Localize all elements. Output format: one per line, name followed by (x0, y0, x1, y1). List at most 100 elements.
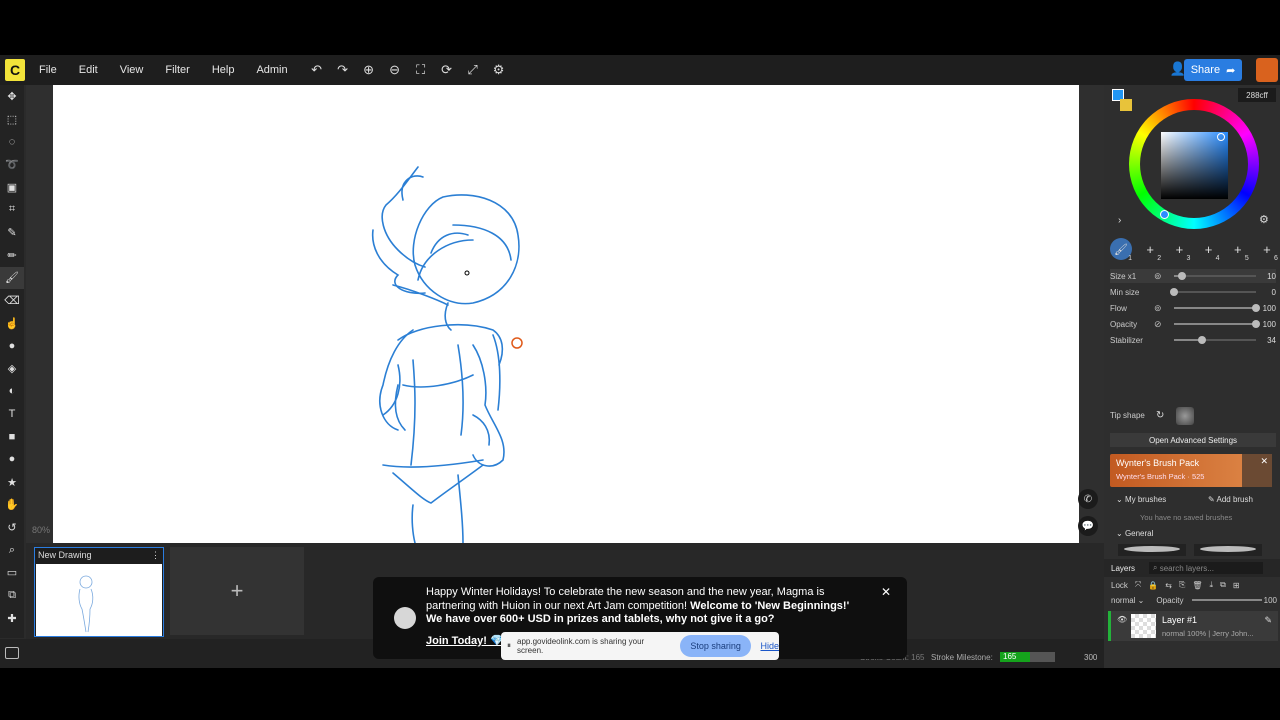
tip-shape-label: Tip shape (1110, 411, 1145, 420)
layer-item[interactable]: 👁 Layer #1 normal 100% | Jerry John... ✎ (1108, 611, 1278, 641)
pencil-icon[interactable]: ✏ (0, 244, 24, 267)
share-button[interactable]: Share ➦ (1184, 59, 1242, 81)
size-slider[interactable] (1174, 272, 1256, 280)
brush-slot-6[interactable]: +6 (1256, 238, 1278, 263)
delete-layer-icon[interactable]: 🗑 (1192, 581, 1202, 590)
eraser-icon[interactable]: ⌫ (0, 289, 24, 312)
transform-icon[interactable]: ▣ (0, 176, 24, 199)
gradient-icon[interactable]: ◐ (0, 380, 24, 403)
eyedropper-icon[interactable]: ✎ (0, 221, 24, 244)
redo-icon[interactable]: ↷ (330, 57, 356, 83)
pressure-icon[interactable]: ⊚ (1154, 271, 1168, 282)
brush-pack-card[interactable]: Wynter's Brush Pack Wynter's Brush Pack … (1110, 454, 1272, 487)
menu-admin[interactable]: Admin (252, 60, 291, 80)
lock-icon[interactable]: 🔒 (1148, 581, 1158, 590)
ellipse-select-icon[interactable]: ◌ (0, 130, 24, 153)
user-avatar[interactable] (1256, 58, 1278, 82)
lock-alpha-icon[interactable]: ⤧ (1135, 580, 1141, 590)
stabilizer-label: Stabilizer (1110, 335, 1143, 345)
secondary-color-swatch[interactable] (1120, 99, 1132, 111)
advanced-settings-button[interactable]: Open Advanced Settings (1110, 433, 1276, 447)
fill-icon[interactable]: ◈ (0, 357, 24, 380)
panel-toggle-icon[interactable] (5, 647, 19, 659)
layers-icon[interactable]: ⧉ (0, 584, 24, 607)
brush-slot-2[interactable]: +2 (1139, 238, 1161, 263)
color-wheel[interactable] (1129, 99, 1259, 229)
rotate-icon[interactable]: ⟳ (434, 57, 460, 83)
undo-icon[interactable]: ↶ (304, 57, 330, 83)
brush-slot-4[interactable]: +4 (1198, 238, 1220, 263)
history-icon[interactable]: ↺ (0, 516, 24, 539)
zoom-in-icon[interactable]: ⊕ (356, 57, 382, 83)
brush-slot-3[interactable]: +3 (1168, 238, 1191, 263)
menu-edit[interactable]: Edit (75, 60, 102, 80)
stabilizer-slider[interactable] (1174, 336, 1256, 344)
settings-icon[interactable]: ⚙ (486, 57, 512, 83)
add-brush-button[interactable]: ✎ Add brush (1208, 495, 1253, 504)
close-icon[interactable]: ✕ (1260, 456, 1268, 467)
app-logo[interactable]: C (5, 59, 25, 81)
clip-icon[interactable]: ⇆ (1165, 581, 1172, 590)
menu-filter[interactable]: Filter (161, 60, 193, 80)
hand-icon[interactable]: ✋ (0, 493, 24, 516)
brush-preset-1[interactable] (1118, 544, 1186, 556)
flow-slider[interactable] (1174, 304, 1260, 312)
brush-slot-1[interactable]: 🖌 1 (1110, 238, 1132, 262)
hue-knob[interactable] (1160, 210, 1169, 219)
brush-icon[interactable]: 🖌 (0, 266, 24, 290)
menu-help[interactable]: Help (208, 60, 239, 80)
blur-icon[interactable]: ● (0, 335, 24, 358)
frame-card[interactable]: New Drawing ⋮ (34, 547, 164, 637)
brush-slot-5[interactable]: +5 (1227, 238, 1249, 263)
saturation-value-box[interactable] (1161, 132, 1228, 199)
layer-search-input[interactable]: ⌕ search layers... (1149, 562, 1264, 574)
text-icon[interactable]: T (0, 403, 24, 426)
refresh-icon[interactable]: ↻ (1156, 410, 1164, 421)
copy-layer-icon[interactable]: ⎘ (1179, 580, 1185, 590)
ellipse-icon[interactable]: ● (0, 448, 24, 471)
chat-icon[interactable]: 💬 (1078, 516, 1098, 536)
join-today-link[interactable]: Join Today! 💎 (426, 634, 504, 647)
zoom-out-icon[interactable]: ⊖ (382, 57, 408, 83)
stop-sharing-button[interactable]: Stop sharing (679, 635, 752, 657)
duplicate-icon[interactable]: ⧉ (1220, 580, 1226, 590)
general-toggle[interactable]: ⌄ General (1116, 529, 1153, 538)
rect-select-icon[interactable]: ⬚ (0, 108, 24, 131)
menu-view[interactable]: View (116, 60, 148, 80)
add-frame-button[interactable]: + (170, 547, 304, 635)
menu-file[interactable]: File (35, 60, 61, 80)
visibility-eye-icon[interactable]: 👁 (1117, 615, 1127, 624)
chevron-right-icon[interactable]: › (1118, 215, 1121, 226)
opacity-slider[interactable] (1174, 320, 1260, 328)
fullscreen-icon[interactable]: ⤢ (460, 57, 486, 83)
add-icon[interactable]: ✚ (0, 607, 24, 630)
edit-pencil-icon[interactable]: ✎ (1264, 615, 1272, 626)
phone-icon[interactable]: ✆ (1078, 489, 1098, 509)
brush-preset-2[interactable] (1194, 544, 1262, 556)
opacity-pressure-icon[interactable]: ⊘ (1154, 319, 1168, 330)
drawing-canvas[interactable] (53, 85, 1079, 543)
color-hex-input[interactable]: 288cff (1238, 88, 1276, 102)
close-icon[interactable]: ✕ (881, 585, 891, 599)
merge-icon[interactable]: ⤓ (1210, 580, 1214, 590)
smudge-icon[interactable]: ☝ (0, 312, 24, 335)
hide-button[interactable]: Hide (760, 641, 779, 651)
new-layer-icon[interactable]: ⊞ (1233, 581, 1240, 590)
crop-icon[interactable]: ⌗ (0, 198, 24, 221)
gear-icon[interactable]: ⚙ (1259, 213, 1269, 226)
rectangle-icon[interactable]: ■ (0, 425, 24, 448)
star-icon[interactable]: ★ (0, 471, 24, 494)
layer-opacity-slider[interactable] (1191, 599, 1262, 601)
my-brushes-toggle[interactable]: ⌄ My brushes (1116, 495, 1166, 504)
lasso-icon[interactable]: ➰ (0, 153, 24, 176)
comment-icon[interactable]: ▭ (0, 561, 24, 584)
tip-shape-preview[interactable] (1176, 407, 1194, 425)
zoom-icon[interactable]: ⌕ (0, 539, 24, 562)
min-size-slider[interactable] (1170, 288, 1256, 296)
move-tool-icon[interactable]: ✥ (0, 85, 24, 108)
frame-menu-icon[interactable]: ⋮ (151, 550, 160, 561)
flow-pressure-icon[interactable]: ⊚ (1154, 303, 1168, 314)
blend-mode-select[interactable]: normal ⌄ (1111, 596, 1144, 605)
fit-icon[interactable]: ⛶ (408, 57, 434, 83)
sv-knob[interactable] (1217, 133, 1225, 141)
